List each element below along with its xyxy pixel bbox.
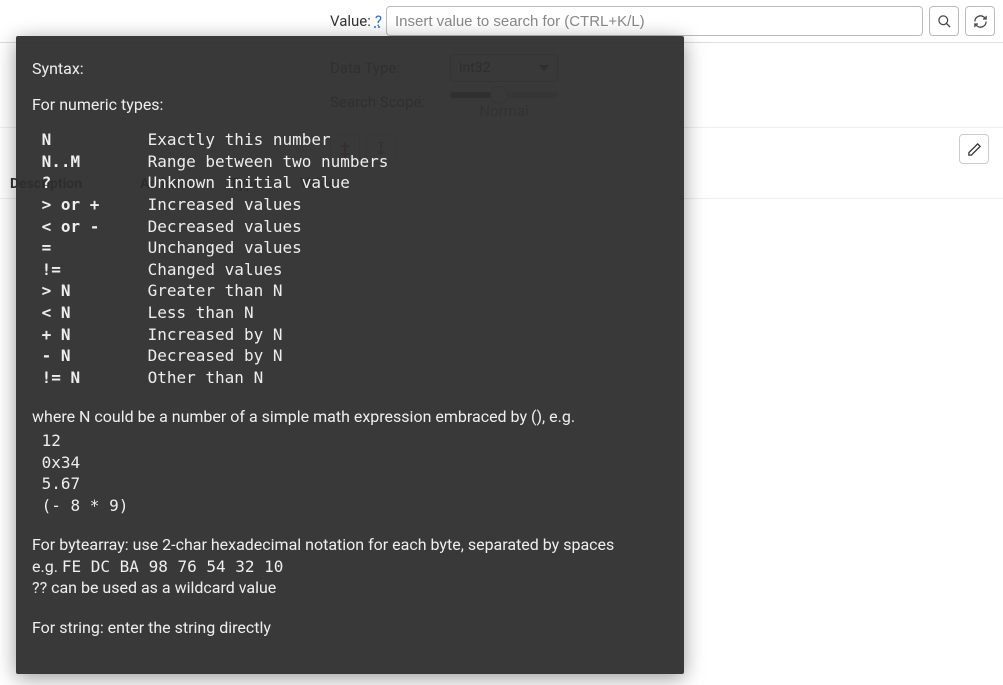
help-icon[interactable]: ? <box>375 12 382 30</box>
tooltip-numeric-heading: For numeric types: <box>32 94 668 116</box>
value-label: Value: <box>330 12 371 30</box>
tooltip-string-line: For string: enter the string directly <box>32 617 668 639</box>
tooltip-note: where N could be a number of a simple ma… <box>32 406 668 428</box>
edit-button[interactable] <box>959 134 989 164</box>
syntax-tooltip: Syntax: For numeric types: N Exactly thi… <box>16 36 684 674</box>
tooltip-title: Syntax: <box>32 58 668 80</box>
app-root: Value: ? Data Type: int32 Search Scope: <box>0 0 1003 685</box>
pencil-icon <box>967 142 982 157</box>
search-button[interactable] <box>929 6 959 36</box>
search-input[interactable] <box>386 6 923 36</box>
tooltip-examples: 12 0x34 5.67 (- 8 * 9) <box>32 430 668 516</box>
refresh-icon <box>973 14 988 29</box>
tooltip-bytearray-line1: For bytearray: use 2-char hexadecimal no… <box>32 534 668 556</box>
tooltip-bytearray-line3: ?? can be used as a wildcard value <box>32 577 668 599</box>
refresh-button[interactable] <box>965 6 995 36</box>
tooltip-syntax-table: N Exactly this number N..M Range between… <box>32 129 668 388</box>
search-icon <box>937 14 952 29</box>
tooltip-bytearray-line2: e.g. FE DC BA 98 76 54 32 10 <box>32 556 668 578</box>
